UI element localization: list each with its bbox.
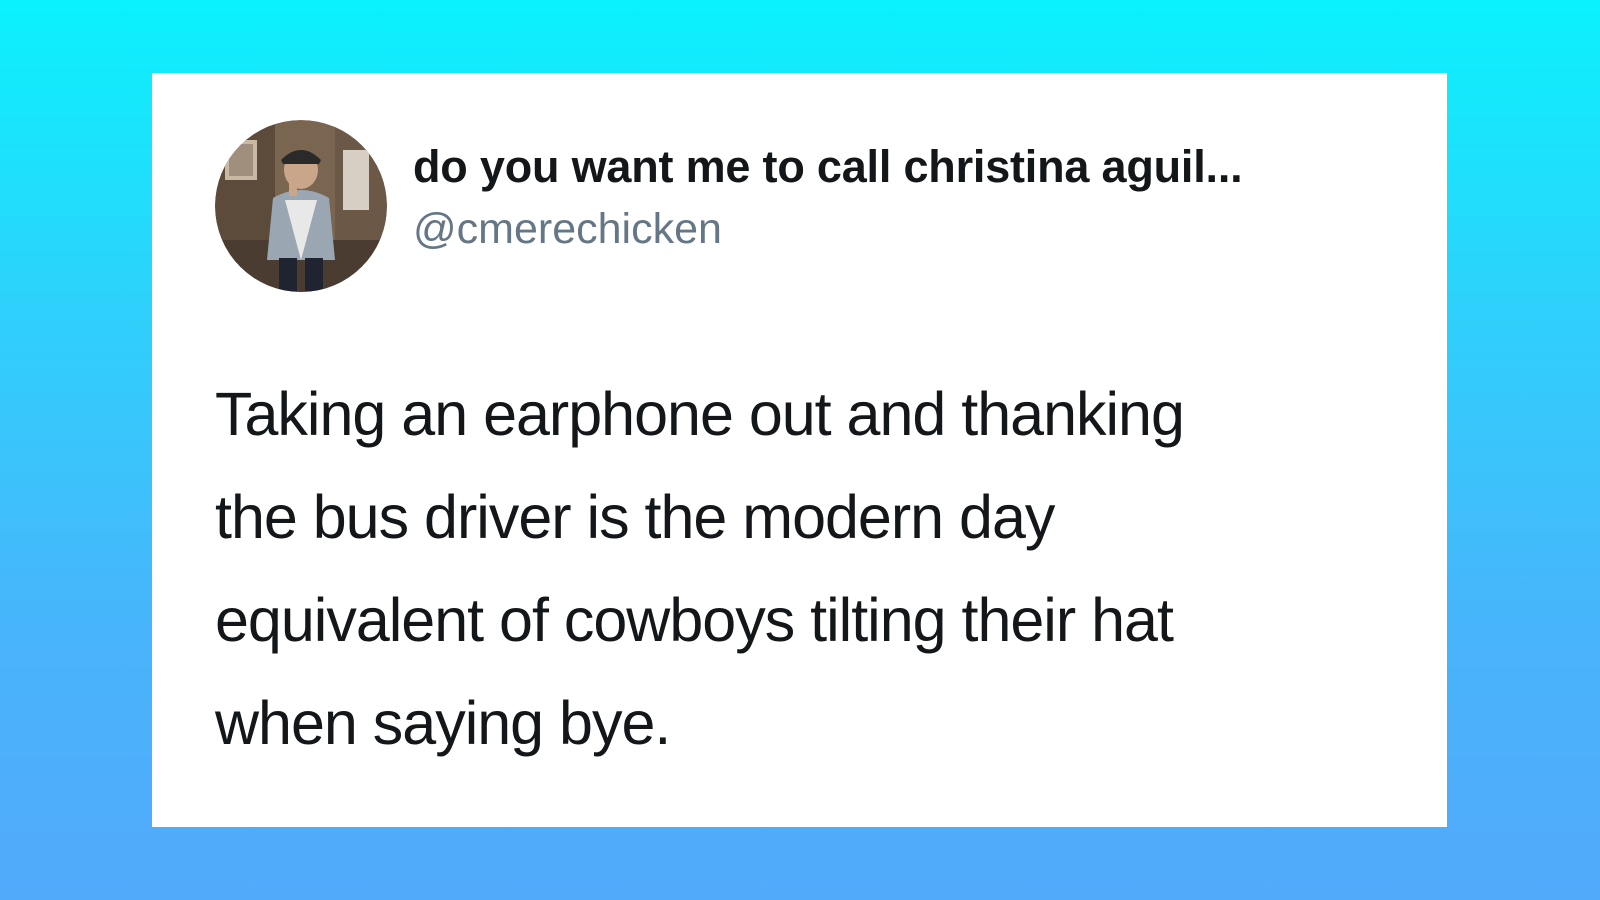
profile-photo-icon	[215, 120, 387, 292]
tweet-text-line: equivalent of cowboys tilting their hat	[215, 586, 1174, 654]
avatar[interactable]	[215, 120, 387, 292]
user-handle[interactable]: @cmerechicken	[413, 205, 722, 254]
tweet-text-line: Taking an earphone out and thanking	[215, 380, 1185, 448]
tweet-text-line: when saying bye.	[215, 689, 671, 757]
display-name[interactable]: do you want me to call christina aguil..…	[413, 141, 1243, 193]
tweet-text: Taking an earphone out and thanking the …	[215, 363, 1355, 775]
tweet-card: do you want me to call christina aguil..…	[152, 73, 1447, 827]
tweet-text-line: the bus driver is the modern day	[215, 483, 1055, 551]
